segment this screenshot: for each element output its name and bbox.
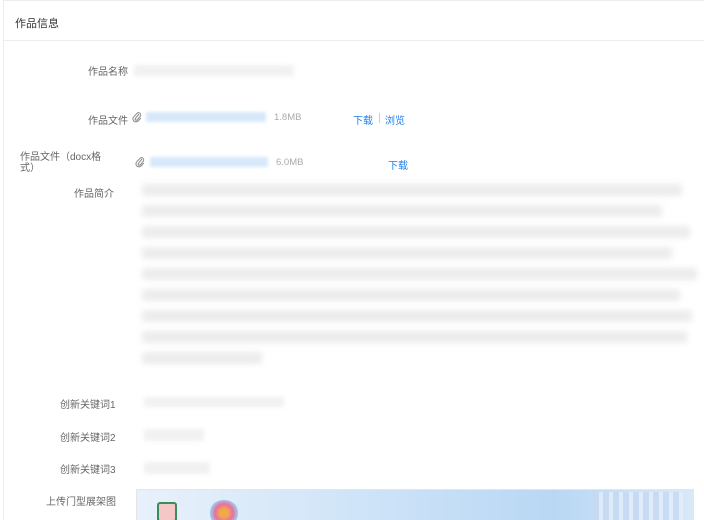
- intro-line: [142, 184, 682, 196]
- work-file-label: 作品文件: [88, 116, 128, 127]
- keyword1-value: [144, 397, 284, 407]
- keyword1-label: 创新关键词1: [60, 400, 116, 411]
- intro-line: [142, 247, 672, 259]
- image-logo-graphic: [157, 502, 177, 520]
- intro-line: [142, 289, 680, 301]
- work-name-value: [134, 65, 294, 76]
- intro-line: [142, 226, 690, 238]
- docx-file-download-link[interactable]: 下载: [388, 157, 408, 172]
- intro-label: 作品简介: [74, 189, 114, 200]
- work-info-panel: 作品信息 作品名称 作品文件 1.8MB 下载 浏览 作品文件（docx格 式）…: [3, 0, 704, 520]
- intro-line: [142, 268, 697, 280]
- banner-image-preview[interactable]: [136, 489, 694, 520]
- image-flower-graphic: [209, 500, 239, 520]
- link-separator: [379, 113, 380, 123]
- docx-file-label-line1: 作品文件（docx格: [20, 152, 102, 163]
- paperclip-icon: [132, 112, 142, 123]
- work-file-preview-link[interactable]: 浏览: [385, 112, 405, 127]
- image-building-graphic: [593, 492, 683, 520]
- panel-header: 作品信息: [4, 1, 704, 41]
- keyword3-label: 创新关键词3: [60, 465, 116, 476]
- docx-file-name[interactable]: [150, 157, 268, 167]
- docx-file-label-line2: 式）: [20, 163, 40, 174]
- intro-line: [142, 331, 687, 343]
- paperclip-icon: [135, 157, 145, 168]
- keyword2-label: 创新关键词2: [60, 433, 116, 444]
- intro-line: [142, 352, 262, 364]
- panel-title: 作品信息: [15, 18, 59, 30]
- work-file-name[interactable]: [146, 112, 266, 122]
- docx-file-label: 作品文件（docx格 式）: [20, 152, 101, 174]
- keyword3-value: [144, 462, 210, 474]
- intro-line: [142, 205, 662, 217]
- keyword2-value: [144, 429, 204, 441]
- work-name-label: 作品名称: [88, 67, 128, 78]
- docx-file-size: 6.0MB: [276, 157, 304, 168]
- work-file-size: 1.8MB: [274, 112, 302, 123]
- intro-line: [142, 310, 692, 322]
- banner-image-label: 上传门型展架图: [46, 497, 116, 508]
- intro-text-block: [132, 178, 704, 378]
- work-file-download-link[interactable]: 下载: [353, 112, 373, 127]
